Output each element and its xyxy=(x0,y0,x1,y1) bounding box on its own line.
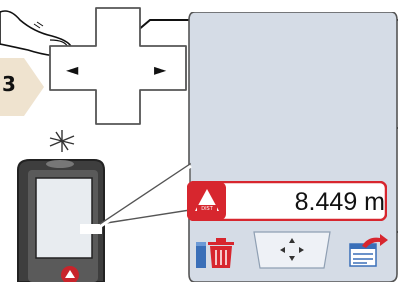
delete-softkey[interactable] xyxy=(196,238,234,268)
dpad[interactable]: ◄ ► xyxy=(48,6,188,126)
laser-beam-icon xyxy=(49,130,75,152)
right-arrow-icon: ► xyxy=(154,60,167,79)
export-softkey[interactable] xyxy=(349,234,388,267)
softkey-bar xyxy=(196,231,388,269)
dpad-left-button[interactable]: ◄ xyxy=(66,60,79,79)
delete-icon xyxy=(196,238,234,268)
measurement-value: 8.449 m xyxy=(294,188,385,216)
dpad-right-button[interactable]: ► xyxy=(154,60,167,79)
mode-badge: DIST xyxy=(201,206,213,212)
step-number: 3 xyxy=(2,72,16,96)
distance-meter-device xyxy=(17,130,105,282)
navigation-softkey[interactable] xyxy=(253,231,331,269)
left-arrow-icon: ◄ xyxy=(66,60,79,79)
export-data-icon xyxy=(349,234,388,267)
